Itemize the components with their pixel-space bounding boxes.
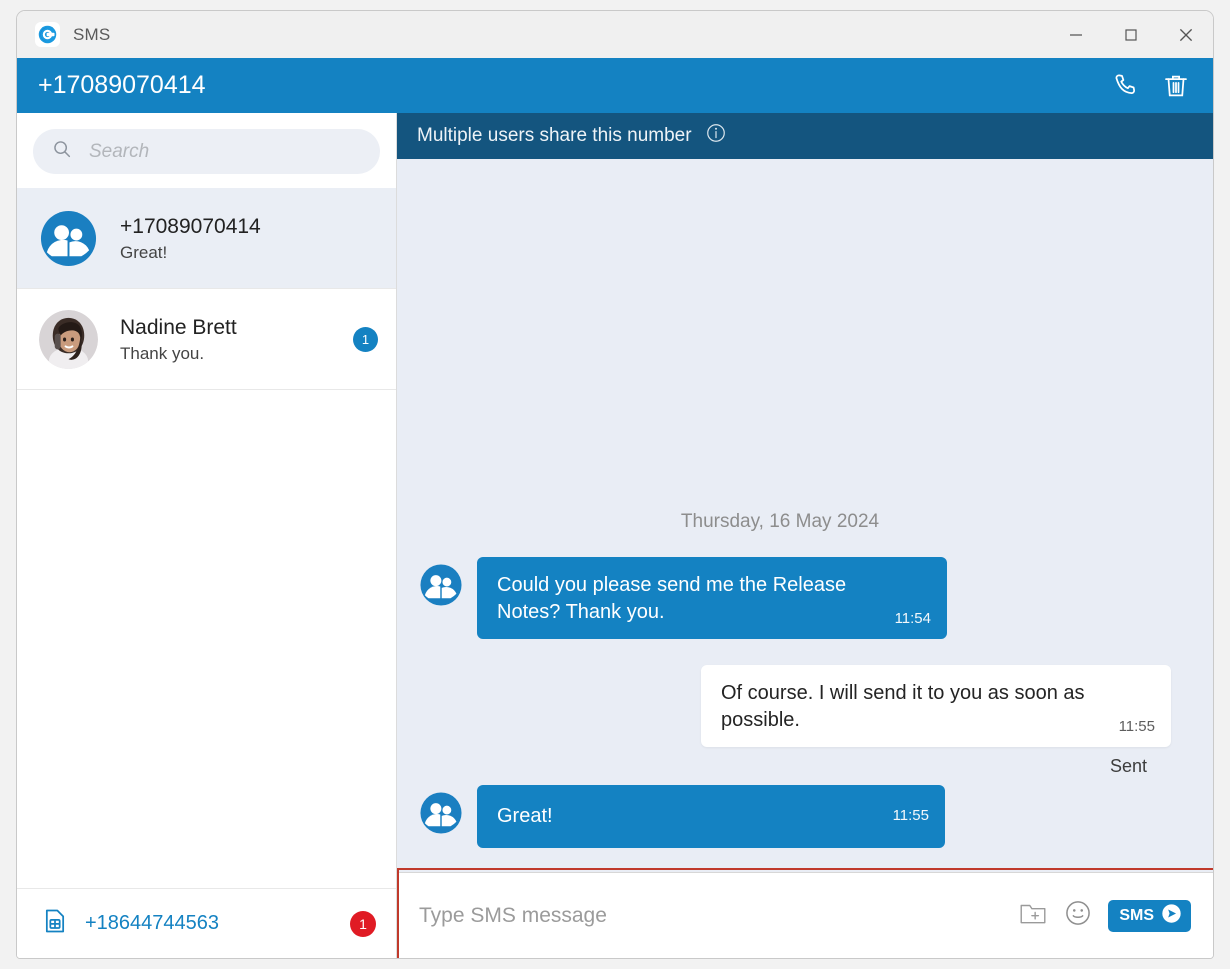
- message-list: Thursday, 16 May 2024 Could you please s…: [397, 159, 1213, 872]
- message-text: Could you please send me the Release Not…: [497, 574, 847, 623]
- message-row-incoming: Great! 11:55: [419, 785, 1171, 848]
- sim-unread-badge: 1: [350, 910, 376, 937]
- conversation-title: +17089070414: [120, 214, 261, 238]
- send-button-label: SMS: [1119, 906, 1154, 924]
- sms-message-input[interactable]: [419, 903, 1019, 928]
- message-bubble: Great! 11:55: [477, 785, 945, 848]
- maximize-icon[interactable]: [1103, 11, 1158, 58]
- search-icon: [51, 138, 73, 165]
- header-phone-number: +17089070414: [38, 71, 206, 99]
- conversation-text: Nadine Brett Thank you.: [120, 314, 353, 364]
- message-text: Of course. I will send it to you as soon…: [721, 682, 1085, 731]
- conversation-item-group[interactable]: +17089070414 Great!: [17, 188, 396, 289]
- person-photo-avatar: [39, 309, 98, 369]
- message-time: 11:55: [892, 807, 929, 825]
- message-bubble: Of course. I will send it to you as soon…: [701, 665, 1171, 748]
- app-title: SMS: [73, 24, 111, 44]
- message-time: 11:54: [894, 610, 931, 628]
- message-composer: SMS: [397, 872, 1213, 958]
- sim-number-row[interactable]: +18644744563 1: [17, 888, 396, 958]
- conversation-sidebar: +17089070414 Great!: [17, 113, 397, 958]
- send-sms-button[interactable]: SMS: [1108, 899, 1191, 932]
- message-status: Sent: [1109, 756, 1147, 777]
- conversation-header: +17089070414: [17, 58, 1213, 113]
- title-bar: SMS: [17, 11, 1213, 58]
- emoji-smiley-icon[interactable]: [1064, 899, 1092, 932]
- shared-number-notice: Multiple users share this number: [397, 113, 1213, 159]
- send-arrow-icon: [1161, 903, 1182, 929]
- info-icon[interactable]: [705, 122, 727, 150]
- attach-folder-icon[interactable]: [1018, 899, 1048, 932]
- header-actions: [1111, 71, 1213, 101]
- conversation-title: Nadine Brett: [120, 315, 237, 339]
- trash-icon[interactable]: [1161, 71, 1191, 101]
- group-avatar-icon: [419, 791, 463, 835]
- conversation-preview: Thank you.: [120, 344, 205, 364]
- composer-actions: SMS: [1018, 899, 1191, 932]
- unread-badge: 1: [353, 326, 378, 352]
- sim-card-icon: [41, 907, 69, 940]
- search-box[interactable]: [33, 129, 380, 174]
- close-icon[interactable]: [1158, 11, 1213, 58]
- message-row-outgoing: Of course. I will send it to you as soon…: [419, 665, 1171, 777]
- date-separator: Thursday, 16 May 2024: [680, 511, 880, 533]
- window-controls: [1048, 11, 1213, 58]
- search-container: [17, 113, 396, 188]
- chat-pane: Multiple users share this number Thursda…: [397, 113, 1213, 958]
- search-input[interactable]: [89, 140, 362, 163]
- message-bubble: Could you please send me the Release Not…: [477, 557, 947, 640]
- conversation-text: +17089070414 Great!: [120, 213, 378, 263]
- g-logo-icon: [35, 22, 60, 47]
- sim-phone-number: +18644744563: [85, 912, 220, 934]
- message-row-incoming: Could you please send me the Release Not…: [419, 557, 1171, 640]
- sms-window: SMS +17089070414 Search +17089070414 Gre…: [16, 10, 1214, 959]
- conversation-preview: Great!: [120, 243, 168, 263]
- group-avatar-icon: [39, 209, 98, 268]
- message-text: Great!: [497, 805, 553, 828]
- phone-icon[interactable]: [1111, 71, 1141, 101]
- notice-text: Multiple users share this number: [417, 125, 692, 146]
- main-body: +17089070414 Great!: [17, 113, 1213, 958]
- message-time: 11:55: [1118, 718, 1155, 736]
- composer-area: SMS: [397, 868, 1213, 958]
- minimize-icon[interactable]: [1048, 11, 1103, 58]
- conversation-item-nadine-brett[interactable]: Nadine Brett Thank you. 1: [17, 289, 396, 390]
- conversation-list: +17089070414 Great! Nadine Brett Thank y…: [17, 188, 396, 888]
- group-avatar-icon: [419, 563, 463, 607]
